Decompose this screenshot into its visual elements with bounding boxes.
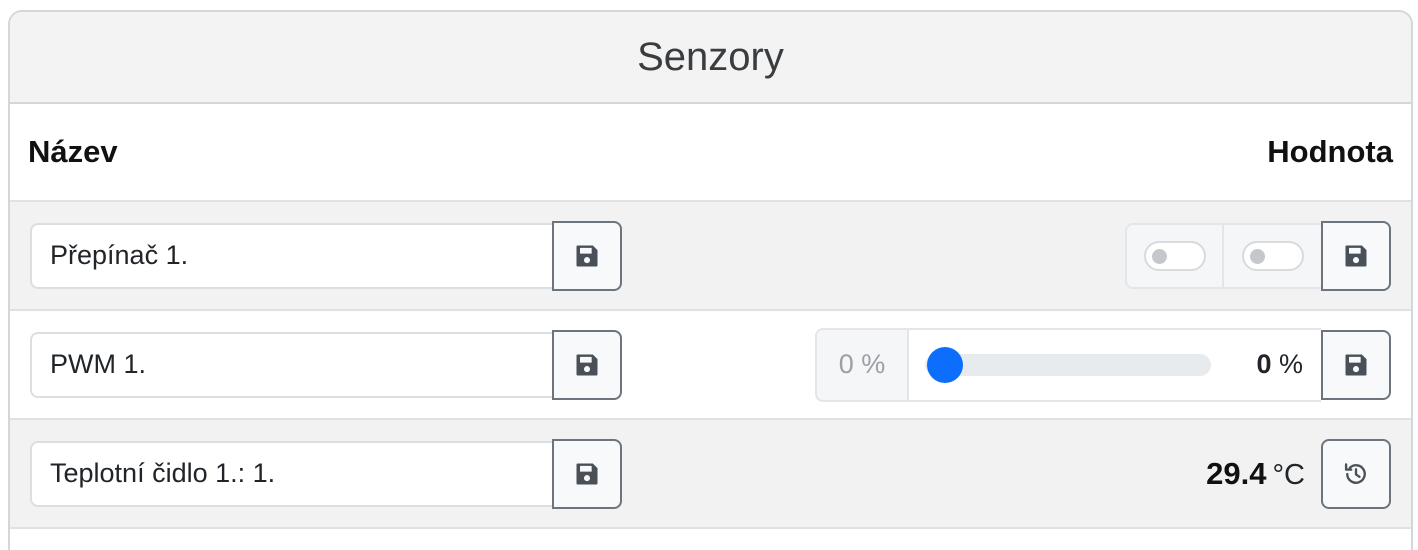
save-switch-button[interactable] [1321, 220, 1391, 291]
history-icon [1344, 462, 1366, 484]
pwm-group: 0 % 0 % [815, 327, 1391, 402]
column-header-name: Název [28, 134, 118, 169]
sensor-name-input[interactable] [30, 440, 552, 507]
pwm-slider-thumb[interactable] [927, 346, 963, 383]
floppy-disk-icon [1345, 354, 1367, 375]
switch-cell [1223, 222, 1321, 289]
name-input-group [30, 329, 622, 400]
temperature-unit: °C [1272, 458, 1305, 491]
pwm-value-number: 0 [1256, 349, 1272, 379]
card-title: Senzory [10, 12, 1411, 104]
sensor-name-input[interactable] [30, 331, 552, 398]
save-name-button[interactable] [552, 329, 622, 400]
table-row-pwm: 0 % 0 % [10, 311, 1411, 420]
toggle-switch-1[interactable] [1143, 240, 1206, 271]
name-input-group [30, 438, 622, 509]
temperature-reading: 29.4 °C [1206, 456, 1305, 492]
switch-knob [1151, 248, 1167, 264]
floppy-disk-icon [576, 463, 598, 484]
pwm-slider-box: 0 % [907, 327, 1321, 402]
switch-knob [1249, 248, 1265, 264]
pwm-min-label: 0 % [815, 327, 907, 402]
floppy-disk-icon [576, 245, 598, 266]
name-input-group [30, 220, 622, 291]
sensors-card: Senzory Název Hodnota Přepínač 1. PWM 1.… [8, 10, 1413, 550]
sensor-name-input[interactable] [30, 222, 552, 289]
pwm-value: 0 % [1256, 349, 1303, 380]
save-pwm-button[interactable] [1321, 329, 1391, 400]
save-name-button[interactable] [552, 438, 622, 509]
history-button[interactable] [1321, 438, 1391, 509]
table-header: Název Hodnota [10, 104, 1411, 202]
table-row-switch [10, 202, 1411, 311]
switch-cell [1125, 222, 1223, 289]
switch-group [1125, 220, 1391, 291]
floppy-disk-icon [576, 354, 598, 375]
temperature-value: 29.4 [1206, 455, 1267, 491]
toggle-switch-2[interactable] [1241, 240, 1304, 271]
table-row-temperature: 29.4 °C [10, 420, 1411, 529]
column-header-value: Hodnota [1267, 134, 1393, 169]
pwm-value-unit: % [1278, 349, 1303, 379]
temperature-group: 29.4 °C [1206, 438, 1391, 509]
pwm-slider-track[interactable] [925, 346, 1211, 383]
save-name-button[interactable] [552, 220, 622, 291]
floppy-disk-icon [1345, 245, 1367, 266]
